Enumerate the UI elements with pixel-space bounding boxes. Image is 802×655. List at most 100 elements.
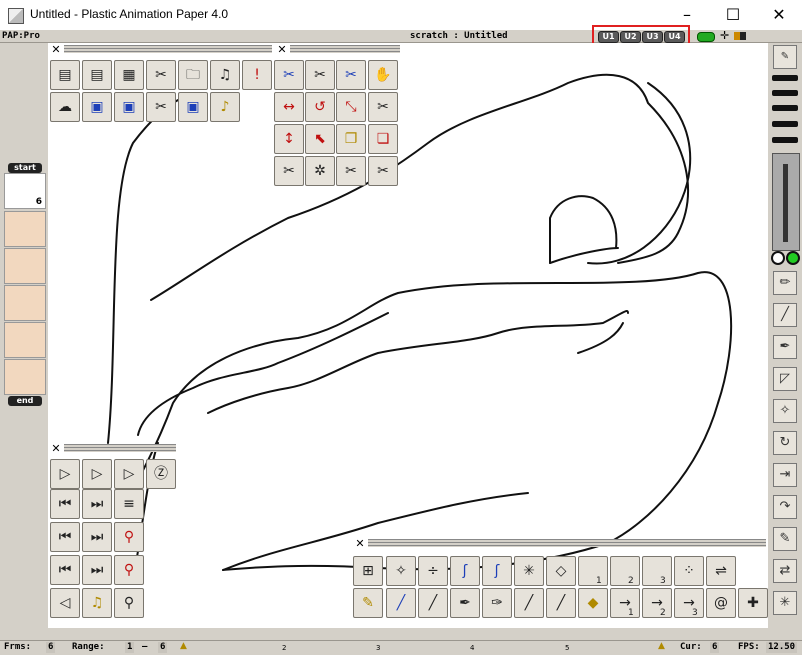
first-marker-icon[interactable]: ⏮ [50, 555, 80, 585]
paste-icon[interactable]: ❏ [368, 124, 398, 154]
frame-thumbnail[interactable] [4, 285, 46, 321]
load-image-icon[interactable]: 🗀 [178, 60, 208, 90]
diag-line2-icon[interactable]: ╱ [546, 588, 576, 618]
close-panel-icon[interactable]: ✕ [355, 538, 365, 549]
cut-blue-icon[interactable]: ✂ [336, 60, 366, 90]
frame-thumbnail-current[interactable]: 6 [4, 173, 46, 209]
alert-icon[interactable]: ! [242, 60, 272, 90]
pencil-small-icon[interactable]: ✎ [773, 527, 797, 551]
sparkle-icon[interactable]: ✳ [514, 556, 544, 586]
radio-off-icon[interactable] [771, 251, 785, 265]
first-frame-icon[interactable]: ⏮ [50, 522, 80, 552]
red-pin-icon[interactable]: ⚲ [114, 522, 144, 552]
onion-levels-icon[interactable]: ≡ [114, 489, 144, 519]
cut-load-icon[interactable]: ✂ [146, 60, 176, 90]
pencil-tool-icon[interactable]: ✎ [773, 45, 797, 69]
cut-small-icon[interactable]: ✂ [368, 156, 398, 186]
paper-brown-icon[interactable]: ◆ [578, 588, 608, 618]
feather-icon[interactable]: ✒ [450, 588, 480, 618]
scale-icon[interactable]: ⤡ [336, 92, 366, 122]
opacity-slider[interactable] [772, 153, 800, 251]
last-frame-icon[interactable]: ⏭ [82, 522, 112, 552]
pink-triangle-icon[interactable]: ◸ [773, 367, 797, 391]
lines-icon[interactable]: ╱ [418, 588, 448, 618]
end-marker[interactable]: end [8, 396, 42, 406]
frame-thumbnail[interactable] [4, 322, 46, 358]
green-pen-icon[interactable]: ✑ [482, 588, 512, 618]
dots-plus-icon[interactable]: ⁘ [674, 556, 704, 586]
arrow3-icon[interactable]: 3 → [674, 588, 704, 618]
pen-size-3[interactable] [772, 105, 798, 111]
pen-size-1[interactable] [772, 75, 798, 81]
pen-size-4[interactable] [772, 121, 798, 127]
maximize-button[interactable]: ☐ [710, 0, 756, 30]
pen-size-2[interactable] [772, 90, 798, 96]
cross-plus-icon[interactable]: ✚ [738, 588, 768, 618]
save-as-icon[interactable]: ▣ [114, 92, 144, 122]
bulb3-icon[interactable]: 3 [642, 556, 672, 586]
sparkle-cross-icon[interactable]: ✳ [773, 591, 797, 615]
bulb2-icon[interactable]: 2 [610, 556, 640, 586]
radio-on-icon[interactable] [786, 251, 800, 265]
spiral-icon[interactable]: @ [706, 588, 736, 618]
panel-grip[interactable] [64, 444, 176, 452]
sparkle-cut-icon[interactable]: ✲ [305, 156, 335, 186]
paper-icon[interactable]: ◇ [546, 556, 576, 586]
scissors-icon[interactable]: ✂ [274, 156, 304, 186]
save-image-icon[interactable]: ▣ [178, 92, 208, 122]
step-play-icon[interactable]: ⇥ [773, 463, 797, 487]
close-panel-icon[interactable]: ✕ [277, 44, 287, 55]
frame-thumbnail[interactable] [4, 248, 46, 284]
mirror-icon[interactable]: ◁ [50, 588, 80, 618]
new-scene-icon[interactable]: ☁ [50, 92, 80, 122]
bulb1-icon[interactable]: 1 [578, 556, 608, 586]
shift-layer-icon[interactable]: ⇄ [773, 559, 797, 583]
start-marker[interactable]: start [8, 163, 42, 173]
rotate-icon[interactable]: ↺ [305, 92, 335, 122]
loop-play-icon[interactable]: ↻ [773, 431, 797, 455]
cut-save-icon[interactable]: ✂ [146, 92, 176, 122]
frame-thumbnail[interactable] [4, 359, 46, 395]
divide-icon[interactable]: ÷ [418, 556, 448, 586]
hand-icon[interactable]: ✋ [368, 60, 398, 90]
diag-line-icon[interactable]: ╱ [514, 588, 544, 618]
blue-lines-icon[interactable]: ╱ [773, 303, 797, 327]
close-panel-icon[interactable]: ✕ [51, 44, 61, 55]
zoom-z-icon[interactable]: Ⓩ [146, 459, 176, 489]
cut-left-icon[interactable]: ✂ [336, 156, 366, 186]
close-panel-icon[interactable]: ✕ [51, 443, 61, 454]
color-swatch-icon[interactable] [734, 32, 746, 40]
gray-pin-icon[interactable]: ⚲ [114, 588, 144, 618]
play-loop-icon[interactable]: ▷ [50, 459, 80, 489]
flip-vertical-icon[interactable]: ↕ [274, 124, 304, 154]
redo-icon[interactable]: ↷ [773, 495, 797, 519]
load-scene-icon[interactable]: ▤ [50, 60, 80, 90]
panel-grip[interactable] [290, 45, 400, 53]
move-icon[interactable]: ⬉ [305, 124, 335, 154]
load-clip-icon[interactable]: ▤ [82, 60, 112, 90]
panel-grip[interactable] [368, 539, 766, 547]
copy-icon[interactable]: ❐ [336, 124, 366, 154]
arrow1-icon[interactable]: 1 → [610, 588, 640, 618]
close-button[interactable]: ✕ [756, 0, 802, 30]
cut-icon[interactable]: ✂ [305, 60, 335, 90]
frame-thumbnail[interactable] [4, 211, 46, 247]
pen-size-5[interactable] [772, 137, 798, 143]
sound-icon[interactable]: ♫ [82, 588, 112, 618]
frame-ruler[interactable]: ▲ 2 3 4 5 ▲ [180, 641, 665, 654]
prev-frame-icon[interactable]: ⏮ [50, 489, 80, 519]
shift-icon[interactable]: ⇌ [706, 556, 736, 586]
cut-undo-icon[interactable]: ✂ [274, 60, 304, 90]
flip-horizontal-icon[interactable]: ↔ [274, 92, 304, 122]
pencil-color-icon[interactable]: ✏ [773, 271, 797, 295]
load-folder-icon[interactable]: ♫ [210, 60, 240, 90]
crosshair-icon[interactable]: ✛ [720, 29, 729, 42]
play-step-icon[interactable]: ▷ [82, 459, 112, 489]
sparkle-plus-icon[interactable]: ✧ [773, 399, 797, 423]
last-marker-icon[interactable]: ⏭ [82, 555, 112, 585]
red-pin-small-icon[interactable]: ⚲ [114, 555, 144, 585]
save-icon[interactable]: ▣ [82, 92, 112, 122]
pencil-erase-icon[interactable]: ✎ [353, 588, 383, 618]
blue-draw2-icon[interactable]: ʃ [482, 556, 512, 586]
save-sound-icon[interactable]: ♪ [210, 92, 240, 122]
